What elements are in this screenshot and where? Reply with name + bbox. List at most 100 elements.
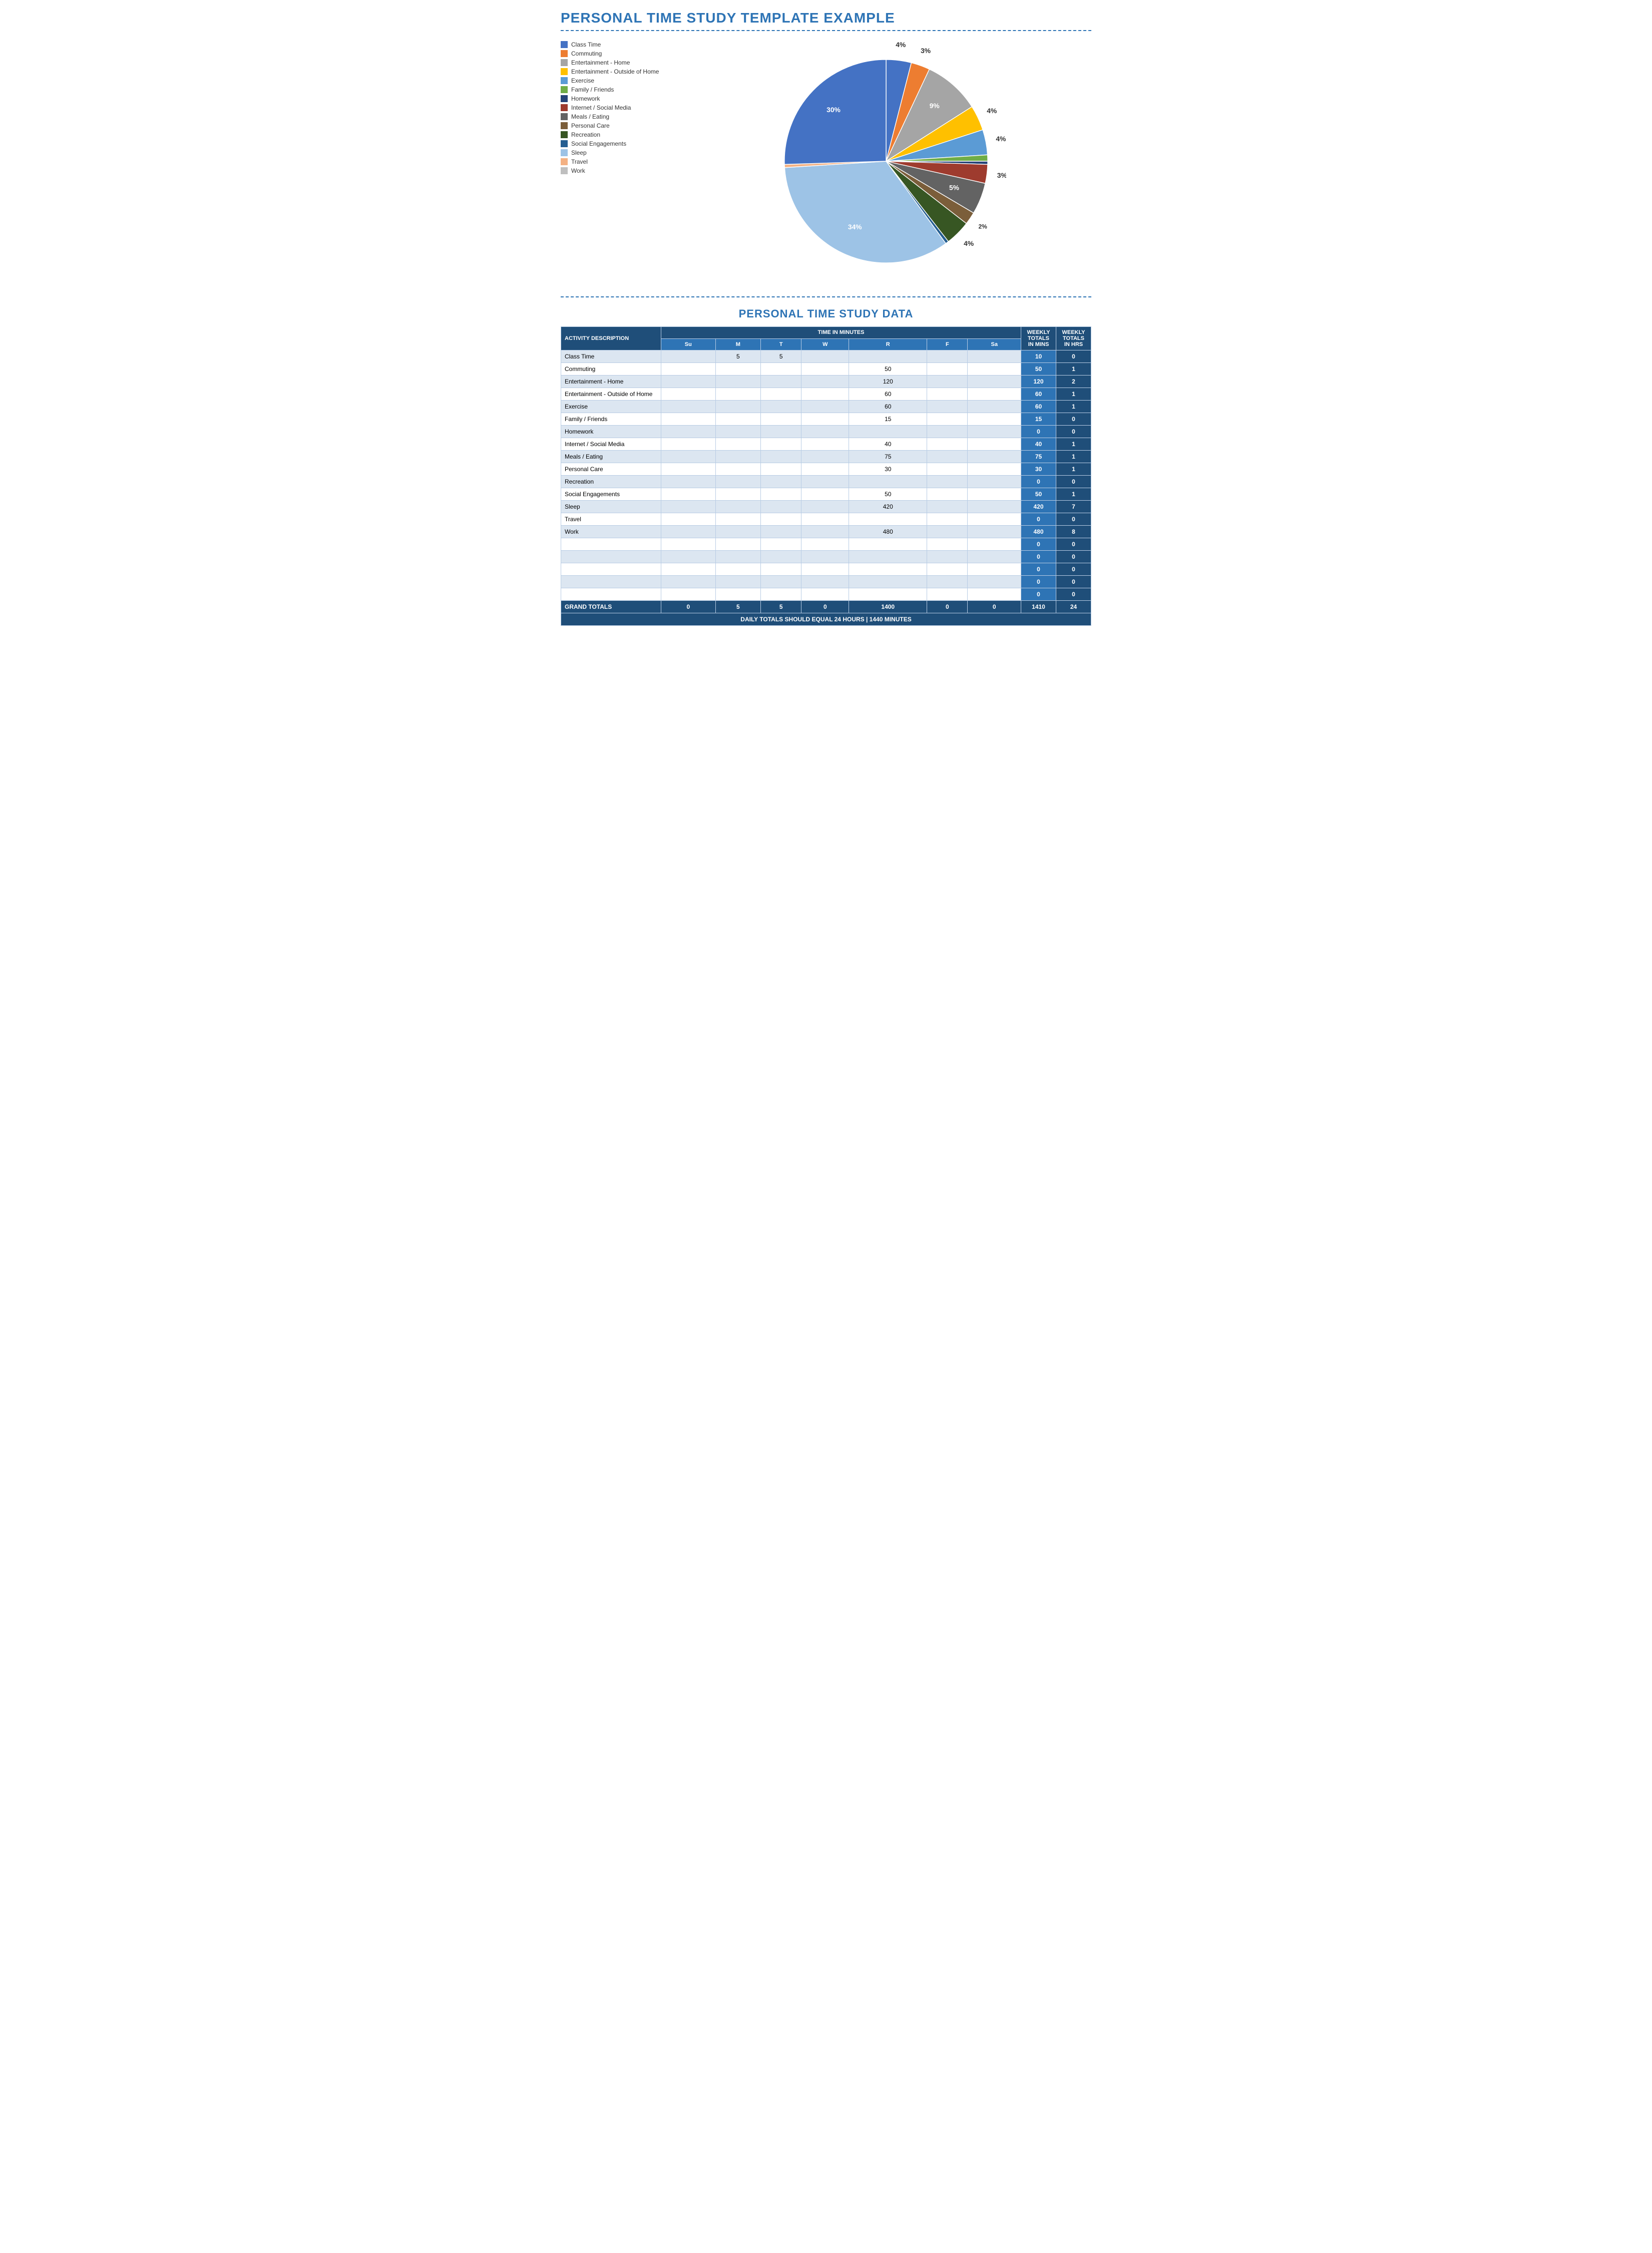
time-cell (927, 476, 968, 488)
legend-item: Entertainment - Home (561, 59, 671, 66)
weekly-mins-cell: 30 (1021, 463, 1056, 476)
time-cell (661, 401, 716, 413)
time-cell (968, 350, 1021, 363)
table-row: Recreation00 (561, 476, 1091, 488)
time-cell (968, 363, 1021, 376)
weekly-hrs-cell: 1 (1056, 438, 1091, 451)
legend-color-swatch (561, 113, 568, 120)
time-cell (801, 526, 849, 538)
pie-slice-label: 2% (978, 223, 987, 230)
time-cell (849, 426, 927, 438)
weekly-hrs-cell: 0 (1056, 551, 1091, 563)
table-row: Meals / Eating75751 (561, 451, 1091, 463)
weekly-mins-cell: 50 (1021, 363, 1056, 376)
time-cell (715, 451, 760, 463)
pie-slice-label: 4% (896, 41, 906, 49)
legend-label: Recreation (571, 131, 600, 138)
time-cell (849, 563, 927, 576)
header-activity: ACTIVITY DESCRIPTION (561, 327, 661, 350)
grand-total-day-cell: 5 (761, 601, 801, 613)
pie-slice-label: 3% (997, 171, 1006, 179)
time-cell (801, 451, 849, 463)
weekly-mins-cell: 0 (1021, 551, 1056, 563)
time-cell (761, 551, 801, 563)
time-cell (715, 438, 760, 451)
weekly-mins-cell: 60 (1021, 388, 1056, 401)
time-cell (761, 413, 801, 426)
time-cell (715, 363, 760, 376)
legend-color-swatch (561, 158, 568, 165)
time-cell (801, 413, 849, 426)
time-cell (715, 463, 760, 476)
time-cell: 5 (761, 350, 801, 363)
weekly-mins-cell: 15 (1021, 413, 1056, 426)
grand-total-day-cell: 0 (661, 601, 716, 613)
legend-color-swatch (561, 95, 568, 102)
pie-slice-label: 3% (921, 47, 931, 55)
time-cell (661, 438, 716, 451)
table-row: Sleep4204207 (561, 501, 1091, 513)
table-row: Class Time55100 (561, 350, 1091, 363)
time-cell (801, 501, 849, 513)
weekly-hrs-cell: 0 (1056, 513, 1091, 526)
activity-cell (561, 588, 661, 601)
time-cell (927, 588, 968, 601)
time-cell (801, 388, 849, 401)
weekly-hrs-cell: 0 (1056, 563, 1091, 576)
pie-slice-label: 4% (964, 239, 974, 247)
table-row: 00 (561, 563, 1091, 576)
time-cell (968, 401, 1021, 413)
legend-item: Travel (561, 158, 671, 165)
legend-item: Family / Friends (561, 86, 671, 93)
time-cell: 5 (715, 350, 760, 363)
time-cell: 30 (849, 463, 927, 476)
time-cell (801, 476, 849, 488)
time-cell (661, 588, 716, 601)
header-day: Sa (968, 338, 1021, 350)
grand-total-day-cell: 0 (968, 601, 1021, 613)
time-cell (849, 476, 927, 488)
weekly-hrs-cell: 1 (1056, 363, 1091, 376)
time-cell (968, 388, 1021, 401)
legend-label: Travel (571, 158, 588, 165)
grand-total-day-cell: 1400 (849, 601, 927, 613)
time-cell (927, 463, 968, 476)
time-cell (715, 563, 760, 576)
time-cell (761, 588, 801, 601)
legend-color-swatch (561, 167, 568, 174)
legend-color-swatch (561, 122, 568, 129)
time-cell (661, 563, 716, 576)
weekly-mins-cell: 420 (1021, 501, 1056, 513)
time-cell: 40 (849, 438, 927, 451)
time-cell (968, 451, 1021, 463)
time-cell (761, 488, 801, 501)
table-row: 00 (561, 551, 1091, 563)
grand-total-day-cell: 0 (927, 601, 968, 613)
time-cell (968, 538, 1021, 551)
legend-item: Exercise (561, 77, 671, 84)
time-cell (927, 451, 968, 463)
grand-total-day-cell: 0 (801, 601, 849, 613)
time-cell (801, 350, 849, 363)
weekly-hrs-cell: 1 (1056, 451, 1091, 463)
header-day: Su (661, 338, 716, 350)
legend-label: Meals / Eating (571, 113, 609, 120)
time-cell (801, 363, 849, 376)
time-cell (927, 563, 968, 576)
time-cell (801, 576, 849, 588)
time-cell (715, 538, 760, 551)
table-row: Entertainment - Outside of Home60601 (561, 388, 1091, 401)
weekly-hrs-cell: 7 (1056, 501, 1091, 513)
weekly-mins-cell: 0 (1021, 513, 1056, 526)
header-day: R (849, 338, 927, 350)
weekly-mins-cell: 0 (1021, 588, 1056, 601)
weekly-hrs-cell: 0 (1056, 538, 1091, 551)
time-cell: 50 (849, 488, 927, 501)
time-cell (927, 438, 968, 451)
header-weekly-hrs: WEEKLY TOTALS IN HRS (1056, 327, 1091, 350)
time-cell (761, 463, 801, 476)
weekly-mins-cell: 0 (1021, 476, 1056, 488)
legend-label: Commuting (571, 50, 602, 57)
legend-item: Internet / Social Media (561, 104, 671, 111)
time-cell (968, 526, 1021, 538)
